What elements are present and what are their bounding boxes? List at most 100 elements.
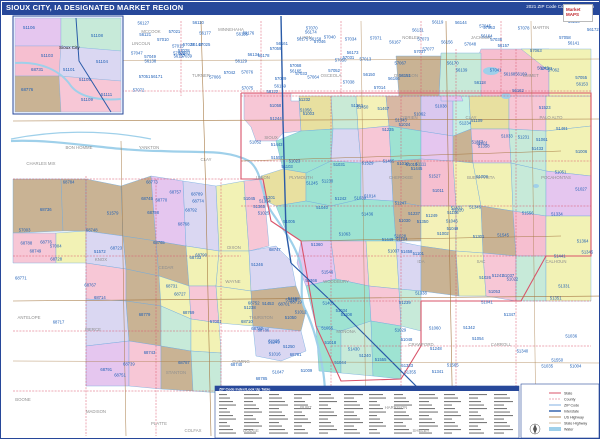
index-table-line <box>469 415 481 417</box>
legend-panel <box>520 383 599 438</box>
index-table-line <box>269 422 279 424</box>
zip-code-label: 57001 <box>210 319 222 324</box>
zip-code-label: 51364 <box>577 239 589 244</box>
zip-code-label: 51029 <box>395 328 407 333</box>
index-table-line <box>219 394 227 396</box>
county-label: KNOX <box>95 257 107 262</box>
index-table-line <box>344 408 363 410</box>
index-table-line <box>219 432 236 434</box>
zip-code-label: 51338 <box>415 290 427 295</box>
index-table-line <box>494 432 504 434</box>
inset-zip-label: 51106 <box>23 25 35 30</box>
zip-code-label: 51545 <box>497 232 509 237</box>
index-table-line <box>419 397 438 399</box>
zip-code-label: 51009 <box>301 368 313 373</box>
index-table-line <box>244 425 262 427</box>
zip-code-label: 68785 <box>256 376 268 381</box>
zip-code-label: 68767 <box>84 282 96 287</box>
index-table-line <box>394 394 403 396</box>
index-table-line <box>444 408 455 410</box>
zip-code-label: 57051 <box>139 74 151 79</box>
index-table-line <box>419 394 435 396</box>
county-label: DODGE <box>243 428 259 433</box>
zip-code-label: 68749 <box>30 249 42 254</box>
index-table-line <box>219 401 233 403</box>
index-table-line <box>444 418 452 420</box>
index-table-line <box>319 397 334 399</box>
zip-code-label: 56151 <box>399 73 411 78</box>
zip-code-label: 56131 <box>412 27 424 32</box>
county-label: YANKTON <box>139 145 159 150</box>
zip-code-label: 56176 <box>243 31 255 36</box>
zip-code-label: 51232 <box>299 97 311 102</box>
index-table-line <box>244 415 253 417</box>
zip-code-label: 51055 <box>321 325 333 330</box>
index-table-line <box>369 394 383 396</box>
zip-code-label: 51343 <box>395 118 407 123</box>
index-table-line <box>269 397 282 399</box>
index-table-line <box>394 397 406 399</box>
zip-code-label: 51341 <box>432 369 444 374</box>
zip-code-label: 56167 <box>389 40 401 45</box>
zip-code-label: 51235 <box>382 127 394 132</box>
index-table-line <box>269 429 285 431</box>
index-table-line <box>369 411 386 413</box>
index-table-line <box>219 415 233 417</box>
zip-code-label: 68787 <box>178 360 190 365</box>
zip-code-label: 56162 <box>512 88 524 93</box>
index-table-line <box>444 401 461 403</box>
legend-label: State <box>564 392 572 396</box>
zip-code-label: 57052 <box>328 68 340 73</box>
index-table-line <box>269 425 282 427</box>
zip-code-label: 56175 <box>297 37 309 42</box>
zip-code-label: 57040 <box>324 35 336 40</box>
zip-code-label: 51016 <box>269 352 281 357</box>
zip-code-label: 51018 <box>325 340 337 345</box>
zip-code-label: 51050 <box>285 315 297 320</box>
legend-label: Interstate <box>564 410 579 414</box>
zip-code-label: 56161 <box>276 41 288 46</box>
index-table-line <box>394 418 412 420</box>
zip-code-label: 68773 <box>146 180 158 185</box>
zip-code-label: 68788 <box>21 240 33 245</box>
index-table-line <box>344 394 363 396</box>
zip-code-label: 51035 <box>541 363 553 368</box>
zip-code-label: 51550 <box>551 358 563 363</box>
county-label: PLYMOUTH <box>289 175 313 180</box>
zip-code-label: 57058 <box>559 35 571 40</box>
zip-code-label: 68736 <box>40 207 52 212</box>
index-table-line <box>219 422 227 424</box>
county-label: THURSTON <box>249 315 273 320</box>
zip-code-label: 51239 <box>399 300 411 305</box>
zip-code-label: 57021 <box>169 29 181 34</box>
county-label: CEDAR <box>158 265 173 270</box>
index-table-line <box>369 432 380 434</box>
zip-code-label: 68752 <box>248 301 260 306</box>
zip-code-label: 56150 <box>363 72 375 77</box>
index-table-line <box>494 411 510 413</box>
county-label: BON HOMME <box>66 145 93 150</box>
index-table-line <box>469 394 487 396</box>
zip-code-label: 57077 <box>423 47 435 52</box>
index-table-line <box>344 418 360 420</box>
zip-code-label: 51238 <box>244 305 256 310</box>
zip-code-label: 68717 <box>53 319 65 324</box>
index-table-line <box>344 432 360 434</box>
zip-code-label: 51443 <box>271 142 283 147</box>
county-label: SIOUX <box>264 135 278 140</box>
zip-code-label: 68771 <box>15 276 27 281</box>
zip-code-label: 68751 <box>114 373 126 378</box>
index-table-line <box>494 418 504 420</box>
zip-code-label: 51331 <box>558 283 570 288</box>
zip-code-label: 51101 <box>413 251 425 256</box>
zip-code-label: 68757 <box>170 189 182 194</box>
index-table-line <box>394 411 406 413</box>
zip-code-label: 51039 <box>354 195 366 200</box>
index-table-line <box>244 422 259 424</box>
index-table-line <box>319 408 331 410</box>
inset-zip-label: 68731 <box>31 67 44 72</box>
index-table-line <box>269 394 279 396</box>
zip-code-label: 51033 <box>501 133 513 138</box>
zip-code-label: 51027 <box>575 186 587 191</box>
zip-code-label: 68714 <box>94 295 106 300</box>
